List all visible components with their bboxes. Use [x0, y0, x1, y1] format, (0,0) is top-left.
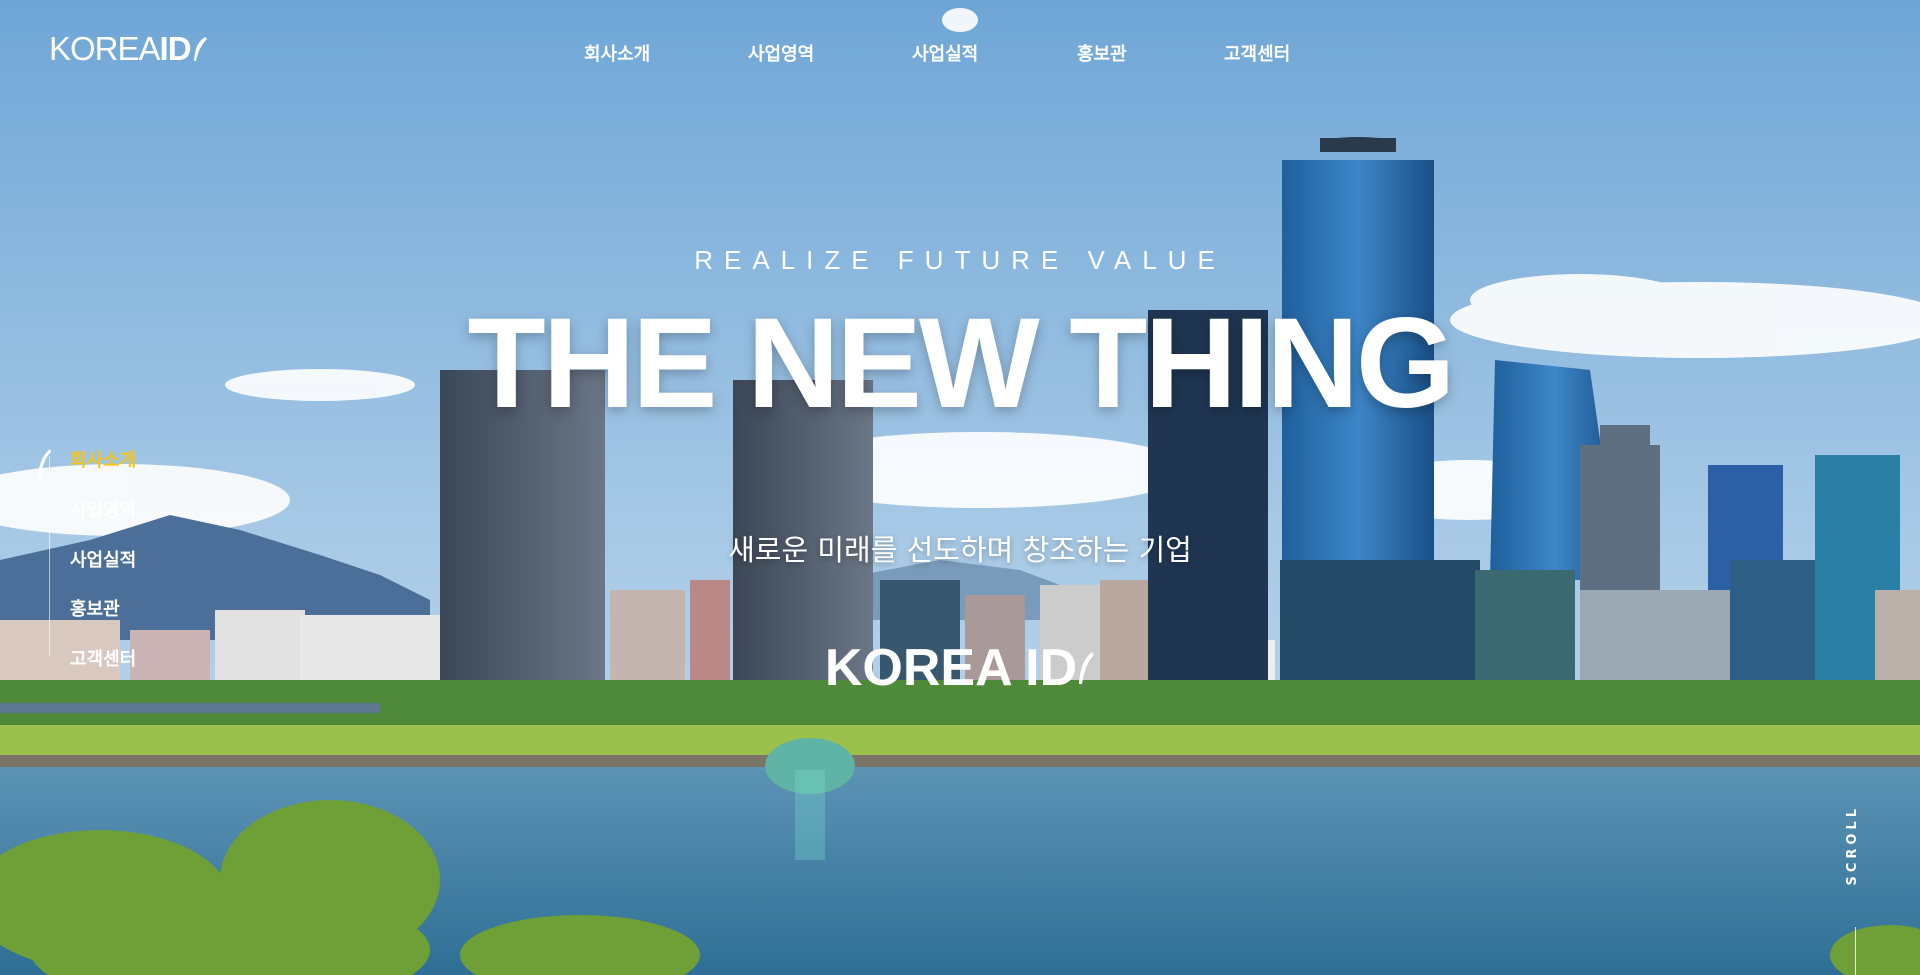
hero-subtitle: 새로운 미래를 선도하며 창조하는 기업: [728, 533, 1192, 567]
side-nav-item-pr[interactable]: 홍보관: [70, 595, 120, 621]
scroll-line: [1855, 927, 1856, 975]
city-skyline-background-image: [0, 0, 1920, 975]
nav-item-support[interactable]: 고객센터: [1224, 40, 1290, 66]
side-nav-item-business[interactable]: 사업영역: [70, 496, 136, 522]
hero-section: KOREA ID 회사소개 사업영역 사업실적 홍보관 고객센터 REALIZE…: [0, 0, 1920, 975]
nav-item-company[interactable]: 회사소개: [584, 40, 650, 66]
nav-item-projects[interactable]: 사업실적: [912, 40, 978, 66]
scroll-label: SCROLL: [1845, 805, 1860, 886]
side-nav-item-company[interactable]: 회사소개: [70, 446, 136, 472]
hero-tagline: REALIZE FUTURE VALUE: [694, 245, 1226, 275]
hero-headline: THE NEW THING: [467, 292, 1456, 435]
side-nav-rail: [49, 456, 50, 656]
top-navigation: 회사소개 사업영역 사업실적 홍보관 고객센터: [0, 40, 1920, 66]
side-nav-item-support[interactable]: 고객센터: [70, 645, 136, 671]
feather-icon: [38, 449, 51, 477]
scroll-indicator[interactable]: SCROLL: [1845, 805, 1869, 975]
nav-item-business[interactable]: 사업영역: [748, 40, 814, 66]
side-navigation: 회사소개 사업영역 사업실적 홍보관 고객센터: [36, 442, 176, 682]
side-nav-item-projects[interactable]: 사업실적: [70, 546, 136, 572]
hero-brand-text: KOREA ID: [824, 639, 1078, 697]
feather-icon: [1079, 652, 1095, 684]
hero-brand-logo: KOREA ID: [0, 638, 1920, 698]
nav-item-pr[interactable]: 홍보관: [1077, 40, 1127, 66]
